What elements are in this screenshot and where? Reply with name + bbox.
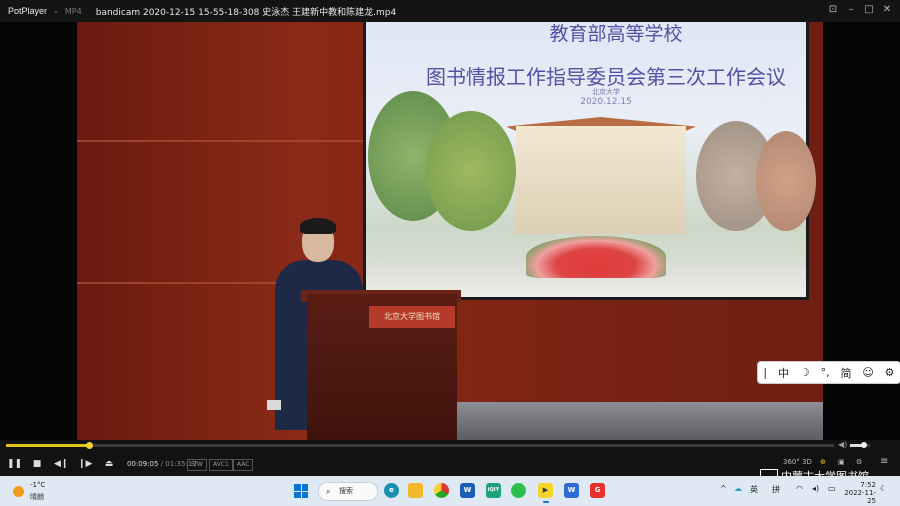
ime-cursor-icon: | (763, 366, 768, 379)
seek-bar[interactable] (6, 442, 834, 449)
playlist-menu-icon[interactable]: ≡ (880, 456, 888, 467)
chevron-up-icon[interactable]: ^ (720, 484, 727, 493)
windows-start-icon[interactable] (294, 484, 308, 498)
slide-date: 2020.12.15 (580, 97, 632, 107)
file-explorer-icon[interactable] (408, 483, 423, 498)
previous-button[interactable]: ◀❙ (54, 457, 68, 471)
word-doc-icon[interactable]: W (564, 483, 579, 498)
zoom-icon[interactable]: ⊕ (820, 458, 826, 466)
slide-subtitle: 北京大学 (592, 88, 620, 96)
volume-slider[interactable] (850, 442, 870, 448)
weather-condition[interactable]: 晴朗 (30, 492, 44, 502)
wechat-icon[interactable] (511, 483, 526, 498)
moon-icon[interactable]: ☾ (880, 484, 887, 493)
sw-decoder-tag[interactable]: S/W (187, 459, 207, 471)
emoji-icon[interactable]: ☺ (862, 366, 873, 379)
taskbar-search[interactable]: ⌕ 搜索 (318, 482, 378, 501)
close-button[interactable]: ✕ (880, 3, 894, 17)
format-label: MP4 (64, 6, 82, 16)
chevron-down-icon[interactable]: ⌄ (53, 7, 59, 15)
chrome-icon[interactable] (434, 483, 449, 498)
taskbar-clock[interactable]: 7:52 2022-11-25 (842, 481, 876, 505)
podium-plaque: 北京大学图书馆 (369, 306, 455, 328)
search-label: 搜索 (339, 487, 353, 495)
tree-image (426, 111, 516, 231)
3d-button[interactable]: 3D (802, 458, 812, 466)
wall-line (77, 140, 367, 142)
stage-floor (427, 402, 823, 440)
wifi-icon[interactable]: ◠ (796, 484, 803, 493)
app-red-icon[interactable]: G (590, 483, 605, 498)
sun-icon[interactable] (13, 486, 24, 497)
punctuation-toggle[interactable]: °, (821, 366, 830, 379)
battery-icon[interactable]: ▭ (828, 484, 836, 493)
ime-language-indicator[interactable]: 英 (750, 484, 758, 495)
app-menu-button[interactable]: PotPlayer (0, 6, 53, 16)
clock-time: 7:52 (860, 481, 876, 489)
vr-360-button[interactable]: 360° (783, 458, 800, 466)
slide-title-line2: 图书情报工作指导委员会第三次工作会议 (426, 65, 786, 89)
volume-handle[interactable] (861, 442, 867, 448)
weather-temperature[interactable]: -1°C (30, 481, 45, 489)
stop-button[interactable]: ■ (30, 457, 44, 471)
moon-icon[interactable]: ☽ (800, 366, 810, 379)
settings-icon[interactable]: ⚙ (885, 366, 895, 379)
taskbar: -1°C 晴朗 ⌕ 搜索 e W iQIY ▶ W G ^ ☁ 英 拼 ◠ ◂)… (0, 476, 900, 506)
edge-icon[interactable]: e (384, 483, 399, 498)
speaker-hair (300, 218, 336, 234)
speaker-icon[interactable]: ◀) (838, 440, 847, 449)
simplified-toggle[interactable]: 简 (840, 365, 851, 381)
eject-button[interactable]: ⏏ (102, 457, 116, 471)
wall-switch (267, 400, 281, 410)
projector-screen: 教育部高等学校 图书情报工作指导委员会第三次工作会议 北京大学 2020.12.… (363, 22, 816, 300)
potplayer-icon[interactable]: ▶ (538, 483, 553, 503)
window-controls: ⊡ – □ ✕ (826, 3, 894, 17)
next-button[interactable]: ❙▶ (78, 457, 92, 471)
window-title: bandicam 2020-12-15 15-55-18-308 史泳杰 王建新… (95, 7, 397, 18)
video-codec-tag[interactable]: AVC1 (209, 459, 233, 471)
slide-title-line1: 教育部高等学校 (549, 23, 683, 45)
gear-icon[interactable]: ⚙ (856, 458, 862, 466)
ime-pinyin-indicator[interactable]: 拼 (772, 484, 780, 495)
word-icon[interactable]: W (460, 483, 475, 498)
building-image (516, 126, 686, 234)
current-time: 00:09:05 (127, 460, 159, 468)
maximize-button[interactable]: □ (862, 3, 876, 17)
ime-mode-toggle[interactable]: 中 (778, 365, 789, 381)
screen-icon[interactable]: ▣ (838, 458, 845, 466)
pause-button[interactable]: ❚❚ (7, 457, 22, 471)
ime-toolbar: | 中 ☽ °, 简 ☺ ⚙ (757, 361, 900, 384)
volume-icon[interactable]: ◂) (812, 484, 819, 493)
video-frame: 教育部高等学校 图书情报工作指导委员会第三次工作会议 北京大学 2020.12.… (77, 22, 823, 440)
seek-progress (6, 444, 89, 447)
flowerbed-image (526, 236, 666, 278)
search-icon: ⌕ (326, 487, 331, 496)
pin-icon[interactable]: ⊡ (826, 3, 840, 17)
minimize-button[interactable]: – (844, 3, 858, 17)
tree-image (756, 131, 816, 231)
seek-handle[interactable] (85, 442, 93, 449)
title-bar: PotPlayer ⌄ MP4 bandicam 2020-12-15 15-5… (0, 0, 900, 22)
clock-date: 2022-11-25 (844, 489, 876, 505)
app-icon[interactable]: iQIY (486, 483, 501, 498)
audio-codec-tag[interactable]: AAC (233, 459, 254, 471)
cloud-icon[interactable]: ☁ (734, 484, 742, 493)
